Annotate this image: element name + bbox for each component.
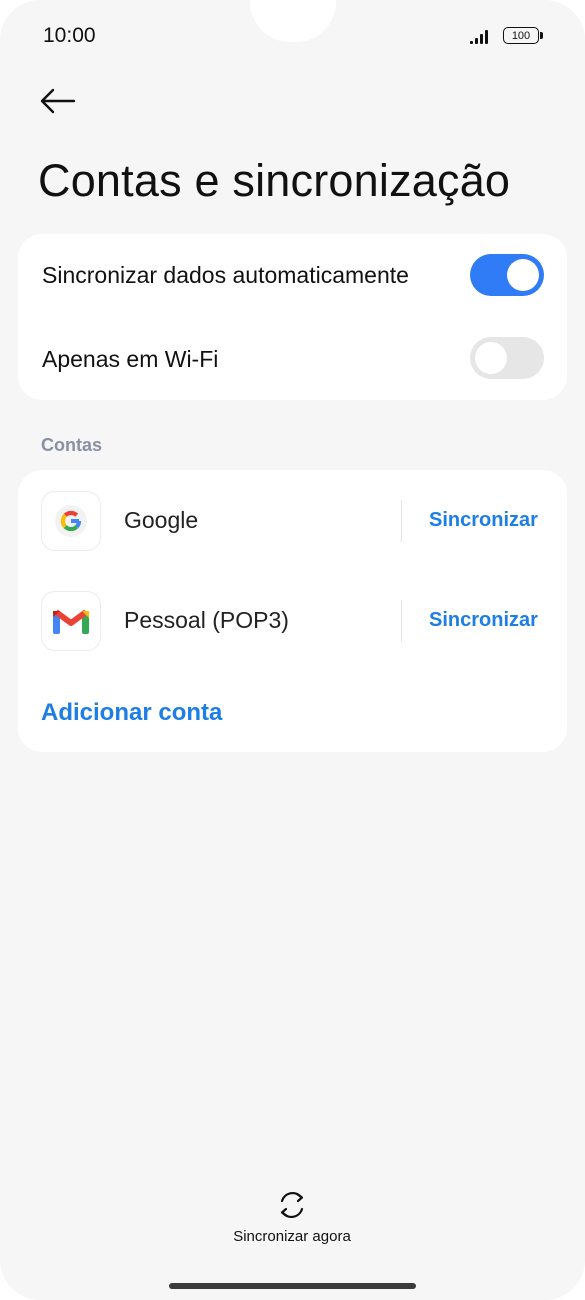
battery-icon: 100: [503, 27, 543, 44]
signal-icon: [470, 30, 488, 44]
toggle-knob: [475, 342, 507, 374]
gmail-icon: [41, 591, 101, 651]
account-name: Pessoal (POP3): [124, 607, 289, 633]
google-icon: [41, 491, 101, 551]
account-name: Google: [124, 507, 199, 533]
arrow-left-icon: [40, 88, 76, 114]
home-indicator[interactable]: [169, 1283, 416, 1289]
wifi-only-toggle[interactable]: [470, 337, 544, 379]
divider: [401, 500, 402, 542]
sync-now-label: Sincronizar agora: [233, 1228, 351, 1245]
accounts-card: Google Sincronizar Pessoal (POP3) Sincro…: [18, 470, 567, 752]
sync-pop3-button[interactable]: Sincronizar: [429, 609, 538, 632]
screen: 10:00 100 Contas e sincronização Sincron…: [0, 0, 585, 1300]
back-button[interactable]: [38, 84, 78, 118]
account-row-pop3[interactable]: Pessoal (POP3) Sincronizar: [18, 586, 567, 656]
sync-icon: [280, 1192, 304, 1218]
page-title: Contas e sincronização: [38, 155, 511, 206]
accounts-section-header: Contas: [41, 435, 103, 455]
auto-sync-toggle[interactable]: [470, 254, 544, 296]
sync-now-button[interactable]: Sincronizar agora: [192, 1188, 392, 1248]
wifi-only-label: Apenas em Wi-Fi: [42, 346, 219, 372]
sync-settings-card: Sincronizar dados automaticamente Apenas…: [18, 234, 567, 400]
auto-sync-label: Sincronizar dados automaticamente: [42, 262, 409, 288]
status-bar: 10:00 100: [0, 0, 585, 70]
toggle-knob: [507, 259, 539, 291]
add-account-button[interactable]: Adicionar conta: [41, 699, 222, 727]
battery-level: 100: [511, 29, 531, 42]
divider: [401, 600, 402, 642]
status-time: 10:00: [43, 24, 96, 47]
sync-google-button[interactable]: Sincronizar: [429, 509, 538, 532]
account-row-google[interactable]: Google Sincronizar: [18, 486, 567, 556]
